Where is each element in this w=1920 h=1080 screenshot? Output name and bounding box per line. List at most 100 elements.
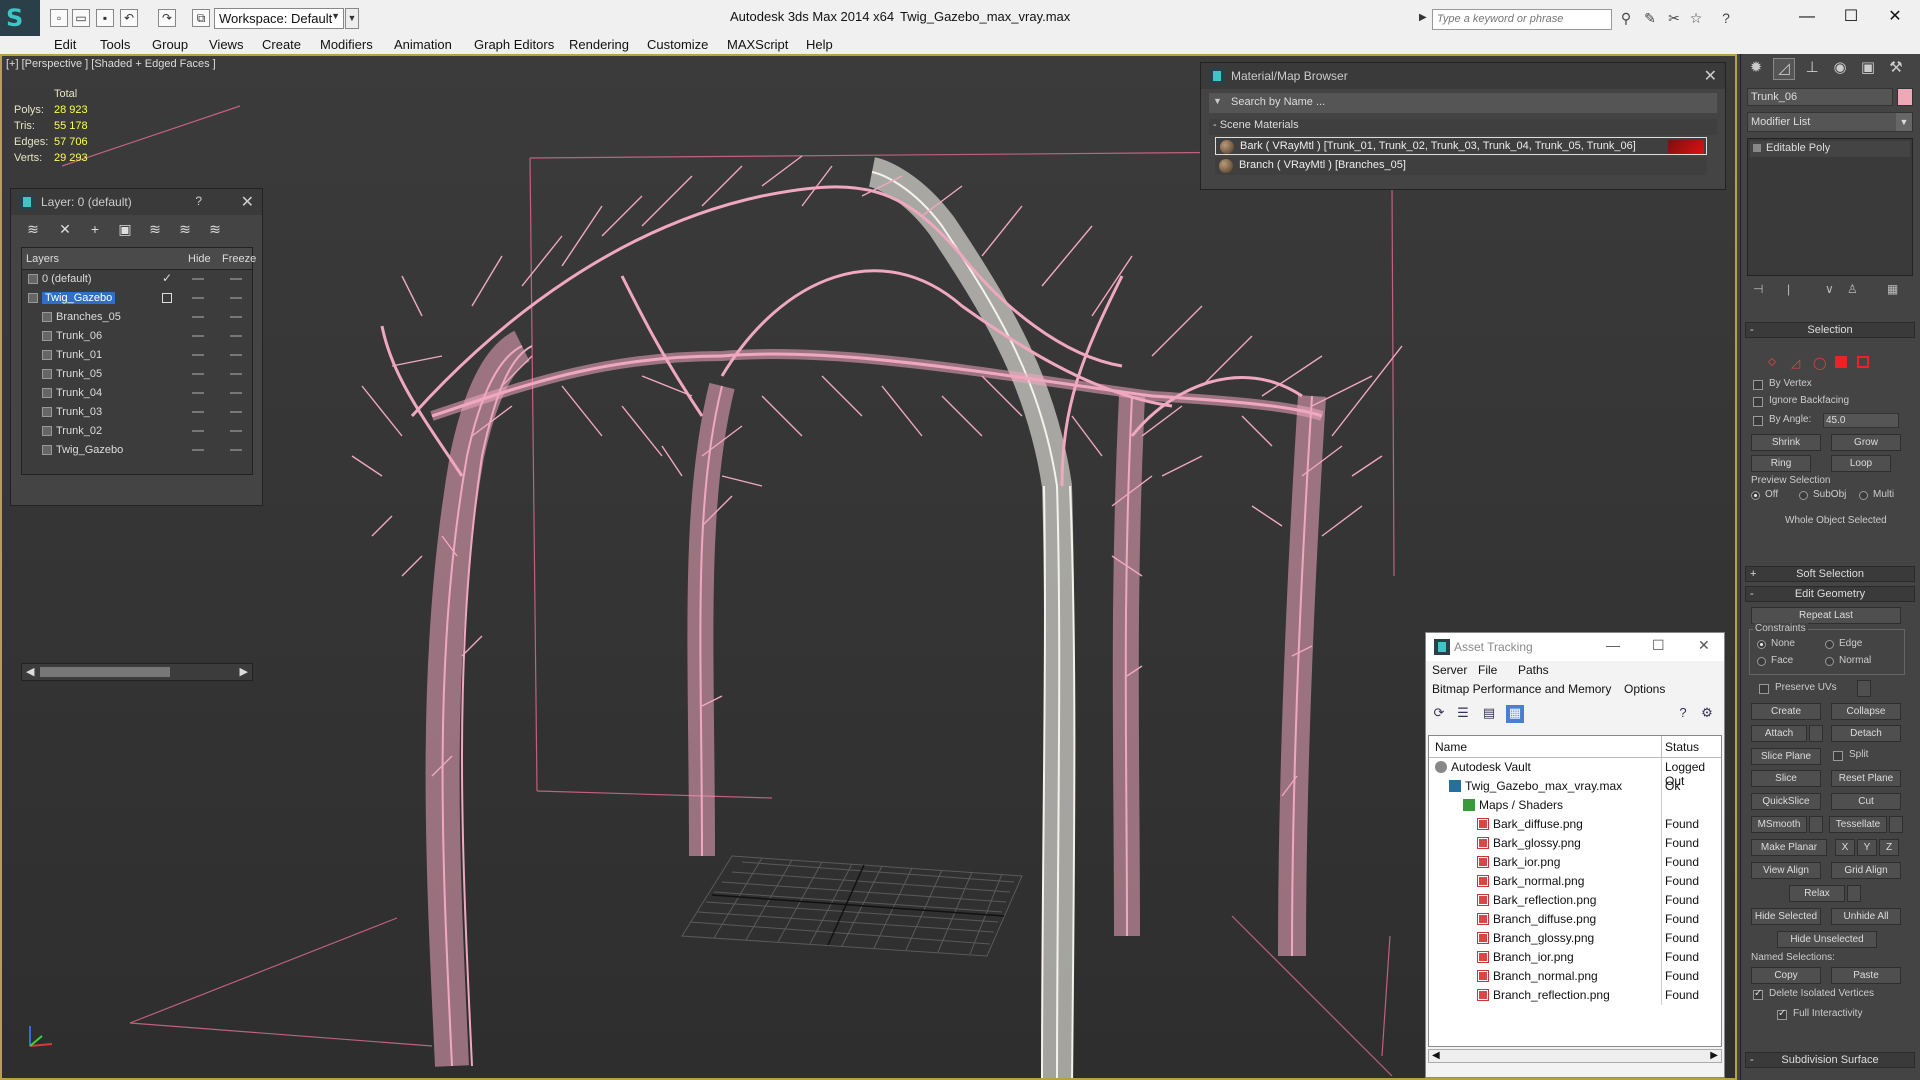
scene-materials-group[interactable]: - Scene Materials [1209,119,1717,135]
minimize-button[interactable]: — [1784,2,1830,32]
layer-panel-header[interactable]: Layer: 0 (default) ? ✕ [11,189,262,215]
slice-plane-button[interactable]: Slice Plane [1751,748,1821,765]
make-unique-icon[interactable]: ∨ [1825,282,1834,296]
asset-row[interactable]: Maps / Shaders [1429,796,1721,815]
menu-customize[interactable]: Customize [647,37,708,52]
menu-paths[interactable]: Paths [1518,663,1549,677]
set-current-layer-box[interactable] [162,293,172,303]
col-status[interactable]: Status [1665,740,1699,754]
freeze-toggle[interactable] [230,373,242,375]
menu-server[interactable]: Server [1432,663,1467,677]
hide-selected-button[interactable]: Hide Selected [1751,908,1821,925]
hide-toggle[interactable] [192,373,204,375]
asset-row[interactable]: Bark_normal.png Found [1429,872,1721,891]
help-icon[interactable]: ? [1716,10,1736,28]
layer-horizontal-scrollbar[interactable]: ◀ ▶ [21,663,253,681]
attach-button[interactable]: Attach [1751,725,1807,742]
minimize-icon[interactable]: — [1606,637,1620,653]
freeze-all-layers-icon[interactable]: ≋ [205,221,225,239]
freeze-toggle[interactable] [230,411,242,413]
new-file-icon[interactable]: ▫ [50,9,68,27]
layer-row[interactable]: Twig_Gazebo [22,289,252,308]
motion-tab-icon[interactable]: ◉ [1829,58,1851,80]
asset-row[interactable]: Twig_Gazebo_max_vray.max Ok [1429,777,1721,796]
relax-settings-button[interactable] [1847,885,1861,902]
scroll-left-icon[interactable]: ◀ [1432,1050,1440,1061]
col-freeze[interactable]: Freeze [222,253,256,265]
paste-button[interactable]: Paste [1831,967,1901,984]
help-icon[interactable]: ? [1674,705,1692,723]
edit-geometry-rollout[interactable]: - Edit Geometry [1745,586,1915,602]
menu-animation[interactable]: Animation [394,37,452,52]
freeze-toggle[interactable] [230,354,242,356]
constraint-normal-radio[interactable] [1825,657,1834,666]
tessellate-settings-button[interactable] [1889,816,1903,833]
hide-toggle[interactable] [192,411,204,413]
select-objects-icon[interactable]: ▣ [115,221,135,239]
layer-row[interactable]: Trunk_02 [22,422,252,441]
relax-button[interactable]: Relax [1789,885,1845,902]
quickslice-button[interactable]: QuickSlice [1751,793,1821,810]
menu-modifiers[interactable]: Modifiers [320,37,373,52]
polygon-mode-icon[interactable] [1835,356,1847,368]
preview-off-radio[interactable] [1751,491,1760,500]
menu-edit[interactable]: Edit [54,37,76,52]
hide-toggle[interactable] [192,392,204,394]
hide-unselected-button[interactable]: Hide Unselected [1777,931,1877,948]
workspace-dropdown[interactable]: Workspace: Default ▼ [214,8,344,29]
current-layer-check-icon[interactable]: ✓ [162,271,172,285]
utilities-tab-icon[interactable]: ⚒ [1885,58,1907,80]
asset-row[interactable]: Bark_glossy.png Found [1429,834,1721,853]
asset-row[interactable]: Bark_reflection.png Found [1429,891,1721,910]
close-icon[interactable]: ✕ [1698,637,1710,654]
selection-rollout[interactable]: - Selection [1745,322,1915,338]
open-file-icon[interactable]: ▭ [72,9,90,27]
object-name-field[interactable]: Trunk_06 [1747,88,1893,106]
maximize-button[interactable]: ☐ [1828,2,1874,32]
scroll-thumb[interactable] [40,667,170,677]
full-interactivity-checkbox[interactable] [1777,1008,1787,1020]
hide-toggle[interactable] [192,335,204,337]
hierarchy-tab-icon[interactable]: ⊥ [1801,58,1823,80]
menu-group[interactable]: Group [152,37,188,52]
grow-button[interactable]: Grow [1831,434,1901,451]
display-tab-icon[interactable]: ▣ [1857,58,1879,80]
viewport-label[interactable]: [+] [Perspective ] [Shaded + Edged Faces… [6,58,216,70]
modify-tab-icon[interactable]: ◿ [1773,58,1795,80]
favorites-star-icon[interactable]: ☆ [1686,10,1706,28]
constraint-face-radio[interactable] [1757,657,1766,666]
constraint-edge-radio[interactable] [1825,640,1834,649]
planar-x-button[interactable]: X [1835,839,1855,856]
layer-row[interactable]: Trunk_05 [22,365,252,384]
attach-list-button[interactable] [1809,725,1823,742]
subscription-icon[interactable]: ✎ [1640,10,1660,28]
asset-row[interactable]: Branch_normal.png Found [1429,967,1721,986]
msmooth-button[interactable]: MSmooth [1751,816,1807,833]
menu-rendering[interactable]: Rendering [569,37,629,52]
delete-isolated-checkbox[interactable] [1753,988,1763,1000]
scroll-right-icon[interactable]: ▶ [240,665,248,678]
pin-stack-icon[interactable]: ⊣ [1753,282,1763,296]
reset-plane-button[interactable]: Reset Plane [1831,770,1901,787]
ring-button[interactable]: Ring [1751,455,1811,472]
menu-views[interactable]: Views [209,37,243,52]
col-layers[interactable]: Layers [26,253,59,265]
msmooth-settings-button[interactable] [1809,816,1823,833]
ignore-backfacing-checkbox[interactable] [1753,397,1763,407]
make-planar-button[interactable]: Make Planar [1751,839,1827,856]
create-button[interactable]: Create [1751,703,1821,720]
hide-toggle[interactable] [192,297,204,299]
menu-maxscript[interactable]: MAXScript [727,37,788,52]
preserve-uvs-checkbox[interactable] [1759,684,1769,694]
hide-all-layers-icon[interactable]: ≋ [175,221,195,239]
soft-selection-rollout[interactable]: + Soft Selection [1745,566,1915,582]
material-search-input[interactable]: Search by Name ... [1209,93,1717,113]
constraint-none-radio[interactable] [1757,640,1766,649]
refresh-icon[interactable]: ⟳ [1430,705,1448,723]
preview-subobj-radio[interactable] [1799,491,1808,500]
element-mode-icon[interactable] [1857,356,1869,368]
close-icon[interactable]: ✕ [241,192,254,212]
asset-row[interactable]: Branch_ior.png Found [1429,948,1721,967]
hide-toggle[interactable] [192,278,204,280]
save-file-icon[interactable]: ▪ [96,9,114,27]
